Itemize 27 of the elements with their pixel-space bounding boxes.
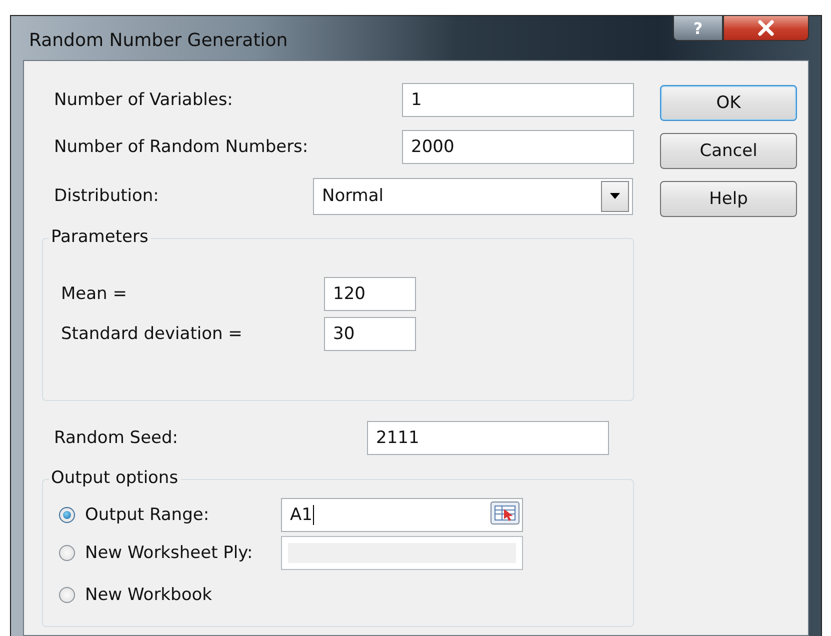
input-field[interactable]: 2111 — [367, 421, 609, 455]
field-label: Number of Random Numbers: — [54, 137, 310, 157]
input-field[interactable]: 1 — [402, 83, 634, 117]
input-field[interactable]: A1 — [281, 498, 523, 532]
option-label: New Workbook — [85, 585, 213, 605]
field-label: Number of Variables: — [54, 90, 234, 110]
window-title: Random Number Generation — [28, 30, 288, 50]
close-icon[interactable] — [757, 20, 775, 36]
field-label: Standard deviation = — [61, 324, 244, 344]
dialog-button[interactable]: Help — [660, 181, 797, 217]
input-field[interactable]: 120 — [324, 276, 416, 310]
dialog-button[interactable]: OK — [660, 85, 797, 121]
distribution-dropdown[interactable]: Normal — [313, 178, 633, 214]
range-select-icon[interactable] — [490, 501, 520, 525]
field-label: Random Seed: — [54, 428, 180, 448]
field-label: Distribution: — [54, 186, 160, 206]
input-field[interactable]: 2000 — [402, 130, 634, 164]
radio-button[interactable] — [59, 507, 75, 523]
radio-button[interactable] — [59, 587, 75, 603]
option-label: Output Range: — [85, 505, 210, 525]
close-button[interactable] — [723, 15, 809, 41]
group-title: Output options — [49, 468, 182, 488]
dialog-button[interactable]: Cancel — [660, 133, 797, 169]
field-label: Mean = — [61, 284, 128, 304]
radio-button[interactable] — [59, 545, 75, 561]
option-label: New Worksheet Ply: — [85, 543, 254, 563]
input-field[interactable]: 30 — [324, 316, 416, 350]
